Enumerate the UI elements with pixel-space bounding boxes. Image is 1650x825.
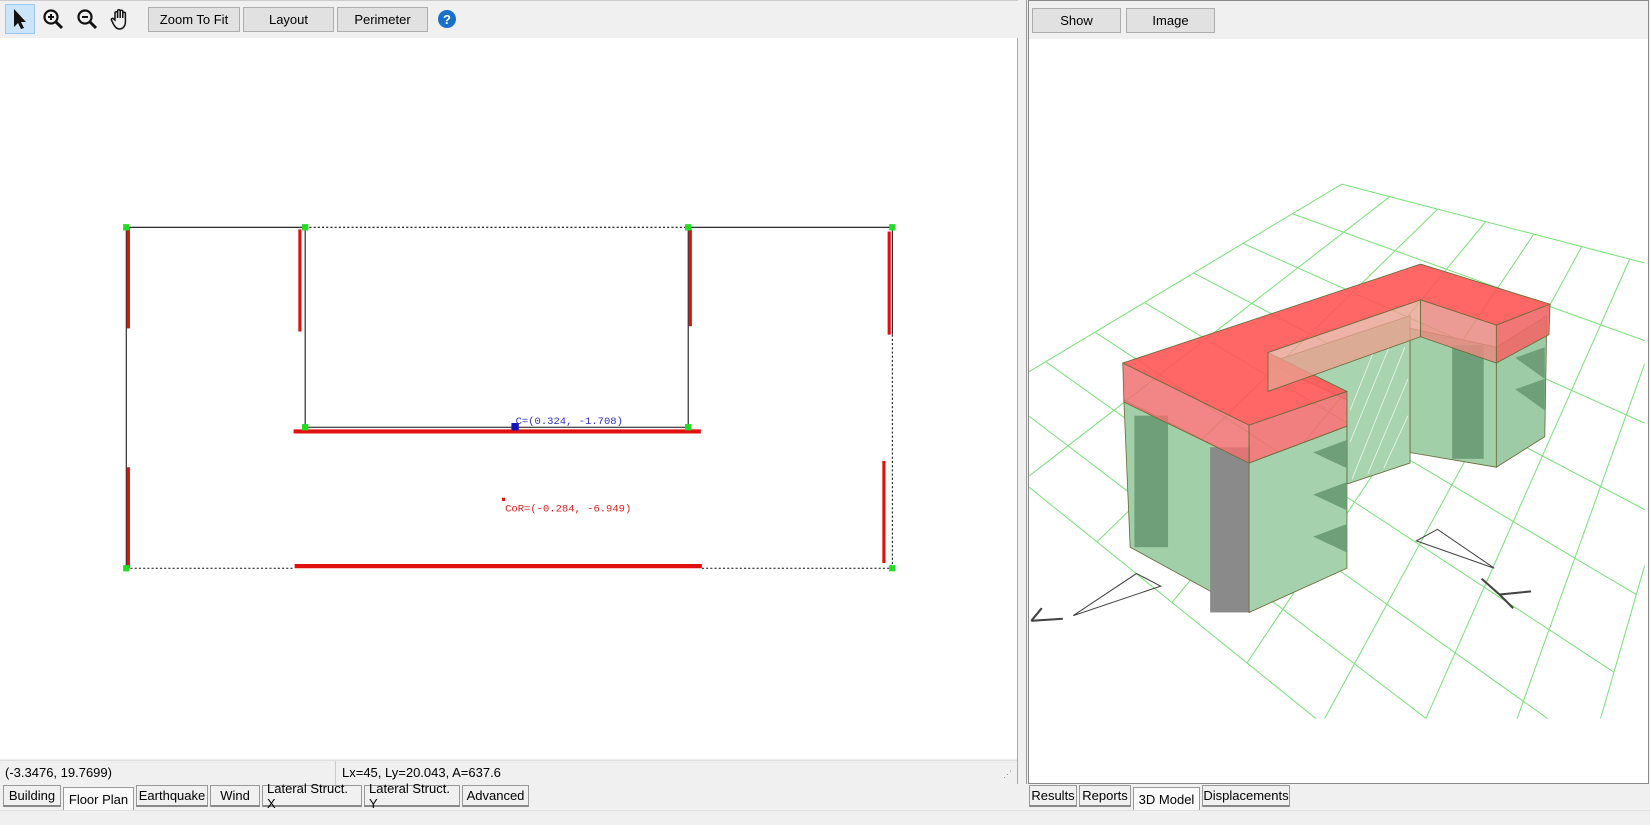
left-tab-floor-plan[interactable]: Floor Plan — [63, 787, 134, 810]
hand-icon — [110, 9, 127, 30]
zoom-in-icon — [43, 9, 64, 30]
right-pane: Show Image — [1028, 0, 1649, 784]
right-tab-displacements[interactable]: Displacements — [1202, 785, 1290, 807]
pane-splitter[interactable] — [1019, 0, 1027, 784]
left-tab-earthquake[interactable]: Earthquake — [136, 785, 208, 807]
left-pane: Zoom To Fit Layout Perimeter ? (-3.3476,… — [0, 0, 1018, 785]
floor-plan-canvas[interactable] — [0, 38, 1017, 759]
left-tab-advanced[interactable]: Advanced — [462, 785, 529, 807]
help-icon[interactable]: ? — [438, 10, 456, 28]
zoom-to-fit-button[interactable]: Zoom To Fit — [148, 7, 240, 32]
zoom-out-tool[interactable] — [72, 4, 102, 34]
zoom-in-tool[interactable] — [38, 4, 68, 34]
layout-button[interactable]: Layout — [243, 7, 334, 32]
right-tab-results[interactable]: Results — [1029, 785, 1077, 807]
right-tab-reports[interactable]: Reports — [1079, 785, 1131, 807]
left-tab-building[interactable]: Building — [3, 785, 61, 807]
bottom-status-strip — [0, 810, 1650, 825]
status-bar: (-3.3476, 19.7699) Lx=45, Ly=20.043, A=6… — [0, 760, 1017, 785]
pan-tool[interactable] — [106, 4, 136, 34]
select-pointer-tool[interactable] — [5, 4, 35, 34]
right-tab-3d-model[interactable]: 3D Model — [1133, 787, 1200, 810]
zoom-out-icon — [77, 9, 98, 30]
3d-model-canvas[interactable] — [1029, 39, 1648, 783]
perimeter-button[interactable]: Perimeter — [337, 7, 428, 32]
right-toolbar — [1029, 1, 1648, 39]
left-tab-lateral-struct-x[interactable]: Lateral Struct. X — [262, 781, 362, 811]
cursor-coordinates: (-3.3476, 19.7699) — [5, 765, 112, 780]
resize-grip-icon[interactable]: ⋰ — [1003, 769, 1012, 780]
show-button[interactable]: Show — [1032, 8, 1121, 33]
plan-dimensions: Lx=45, Ly=20.043, A=637.6 — [342, 765, 501, 780]
left-tab-lateral-struct-y[interactable]: Lateral Struct. Y — [364, 781, 460, 811]
left-tab-wind[interactable]: Wind — [210, 785, 260, 807]
pointer-icon — [14, 9, 26, 29]
image-button[interactable]: Image — [1126, 8, 1215, 33]
